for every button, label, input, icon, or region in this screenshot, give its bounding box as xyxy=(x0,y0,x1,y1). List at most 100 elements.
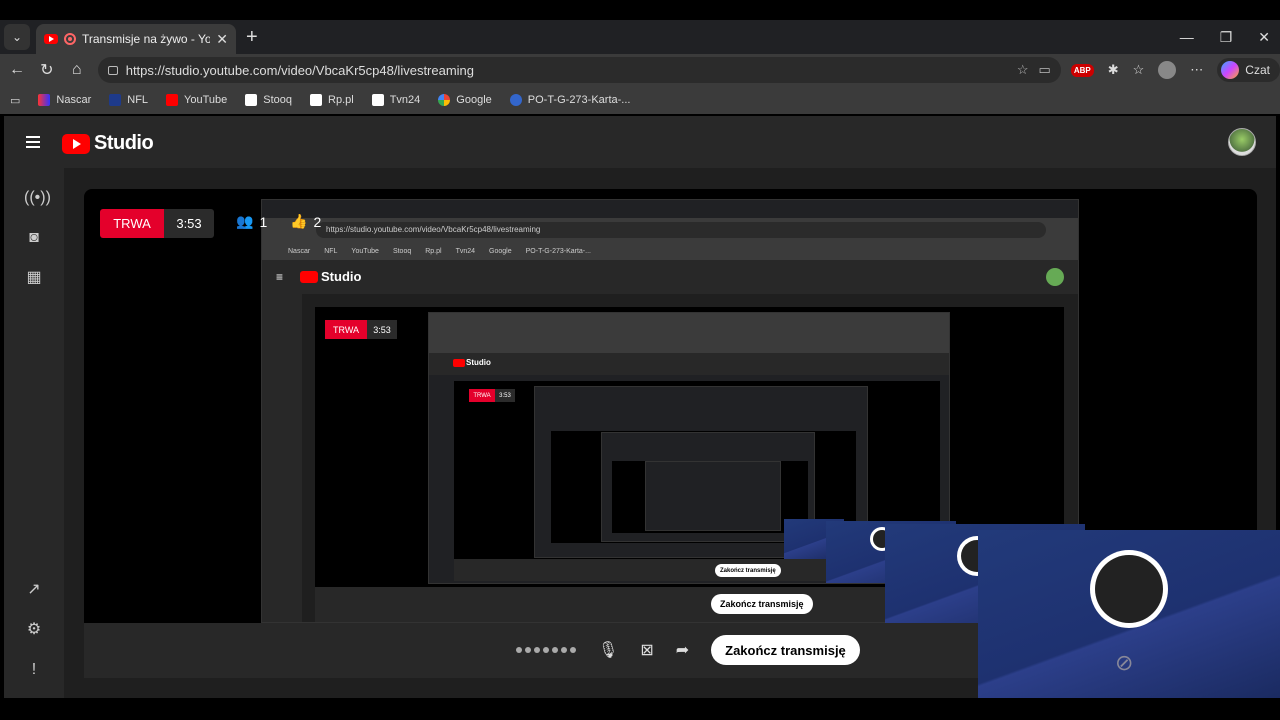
video-capture-icon[interactable]: ▭ xyxy=(1039,62,1051,78)
browser-tab-strip: ⌄ Transmisje na żywo - YouTube ✕ + — ❐ ✕ xyxy=(0,20,1280,54)
studio-sidebar: ((•)) ◙ ▦ ↗ ⚙ ! xyxy=(4,168,64,698)
live-status-badge: TRWA xyxy=(100,209,164,238)
bookmark-label: NFL xyxy=(127,94,149,106)
mic-muted-icon[interactable]: 🎙 xyxy=(598,640,618,660)
screen-share-off-icon[interactable]: ⊠ xyxy=(640,640,653,660)
nested-capture-5 xyxy=(645,461,781,531)
browser-nav-bar: ← ↻ ⌂ https://studio.youtube.com/video/V… xyxy=(0,54,1280,86)
stream-controls: 🎙 ⊠ ➦ Zakończ transmisję xyxy=(516,635,860,665)
profile-icon[interactable] xyxy=(1158,61,1177,79)
bookmark-stooq[interactable]: Stooq xyxy=(245,94,292,106)
address-bar[interactable]: https://studio.youtube.com/video/VbcaKr5… xyxy=(97,57,1061,83)
nested-tab-strip xyxy=(262,200,1078,218)
copilot-icon xyxy=(1221,61,1240,79)
nested-live-badge: TRWA xyxy=(325,320,367,339)
nested-bookmark: Nascar xyxy=(288,247,311,255)
likes-value: 2 xyxy=(313,213,322,230)
tab-actions-chevron-icon[interactable]: ⌄ xyxy=(4,24,30,50)
settings-gear-icon[interactable]: ⚙ xyxy=(24,620,44,640)
menu-hamburger-icon[interactable] xyxy=(26,136,40,148)
nested2-studio-logo: Studio xyxy=(466,358,491,367)
copilot-chat-button[interactable]: Czat xyxy=(1217,58,1280,82)
thumbs-up-icon: 👍 xyxy=(290,213,308,229)
studio-logo-text: Studio xyxy=(94,132,154,154)
home-icon[interactable]: ⌂ xyxy=(62,61,92,79)
viewers-count: 👥 1 xyxy=(236,213,267,230)
bookmark-label: Google xyxy=(456,94,492,106)
nested-bookmark: Rp.pl xyxy=(425,247,442,255)
bookmark-nfl[interactable]: NFL xyxy=(109,94,148,106)
avatar[interactable] xyxy=(1228,128,1256,156)
external-link-arrow-icon[interactable]: ↗ xyxy=(24,580,44,600)
bookmark-google[interactable]: Google xyxy=(438,94,492,106)
nested-time-badge: 3:53 xyxy=(367,320,397,339)
bookmark-rp[interactable]: Rp.pl xyxy=(310,94,354,106)
favorites-icon[interactable]: ☆ xyxy=(1133,62,1145,78)
close-window-icon[interactable]: ✕ xyxy=(1258,29,1270,46)
nested2-header: Studio xyxy=(429,353,949,375)
extensions-icon[interactable]: ✱ xyxy=(1108,62,1119,78)
nested-end-stream-button: Zakończ transmisję xyxy=(711,594,813,614)
nested-bookmark: Google xyxy=(489,247,512,255)
likes-count: 👍 2 xyxy=(290,213,321,230)
bookmark-label: Tvn24 xyxy=(389,94,421,106)
end-stream-button[interactable]: Zakończ transmisję xyxy=(711,635,860,665)
studio-header: Studio xyxy=(4,116,1276,168)
bookmark-youtube[interactable]: YouTube xyxy=(166,94,227,106)
address-url: https://studio.youtube.com/video/VbcaKr5… xyxy=(125,62,475,78)
tab-title: Transmisje na żywo - YouTube xyxy=(82,32,211,46)
bookmark-po-karta[interactable]: PO-T-G-273-Karta-... xyxy=(509,94,631,106)
calendar-icon[interactable]: ▦ xyxy=(24,268,44,288)
youtube-favicon-icon xyxy=(44,34,58,44)
feedback-icon[interactable]: ! xyxy=(24,660,44,680)
bookmark-label: Nascar xyxy=(56,94,92,106)
nested-bookmark: PO-T-G-273-Karta-... xyxy=(525,247,591,255)
obs-logo-icon xyxy=(1090,550,1168,628)
nested-bookmark: YouTube xyxy=(351,247,379,255)
nested-studio-header: ≡ Studio xyxy=(262,260,1078,294)
nested-bookmark: Tvn24 xyxy=(455,247,476,255)
close-tab-icon[interactable]: ✕ xyxy=(216,31,228,48)
bookmark-label: Rp.pl xyxy=(328,94,354,106)
adblock-icon[interactable]: ABP xyxy=(1070,63,1094,77)
viewers-value: 1 xyxy=(259,213,268,230)
bookmark-nascar[interactable]: Nascar xyxy=(38,94,91,106)
elapsed-time: 3:53 xyxy=(164,209,214,238)
restore-icon[interactable]: ❐ xyxy=(1220,29,1233,46)
back-icon[interactable]: ← xyxy=(2,61,32,79)
recording-icon xyxy=(64,33,76,45)
site-info-icon[interactable] xyxy=(107,65,118,75)
tvn24-favicon-icon xyxy=(371,94,384,106)
nested2-play-icon xyxy=(453,359,465,367)
nfl-favicon-icon xyxy=(109,94,122,106)
bookmark-tvn24[interactable]: Tvn24 xyxy=(371,94,421,106)
czat-label: Czat xyxy=(1245,63,1270,77)
stooq-favicon-icon xyxy=(245,94,258,106)
favorite-star-icon[interactable]: ☆ xyxy=(1017,62,1029,78)
nested2-time-badge: 3:53 xyxy=(495,389,515,402)
karta-favicon-icon xyxy=(509,94,522,106)
nested-sidebar xyxy=(262,294,302,622)
reload-icon[interactable]: ↻ xyxy=(32,60,62,80)
nested2-chrome xyxy=(429,313,949,353)
live-stream-icon[interactable]: ((•)) xyxy=(24,188,51,208)
tab-youtube-studio[interactable]: Transmisje na żywo - YouTube ✕ xyxy=(36,24,236,54)
audio-level-indicator xyxy=(516,647,576,653)
youtube-studio-logo[interactable]: Studio xyxy=(62,132,154,155)
share-arrow-icon[interactable]: ➦ xyxy=(676,640,689,660)
more-menu-icon[interactable]: ⋯ xyxy=(1190,62,1203,78)
window-controls: — ❐ ✕ xyxy=(1180,20,1270,54)
viewers-icon: 👥 xyxy=(236,213,254,229)
nested-bookmark: Stooq xyxy=(392,247,412,255)
reading-list-icon[interactable]: ▭ xyxy=(10,94,20,107)
google-favicon-icon xyxy=(438,94,451,106)
camera-off-icon: ⊘ xyxy=(1115,650,1134,675)
youtube-play-icon xyxy=(62,133,90,154)
minimize-icon[interactable]: — xyxy=(1180,29,1194,45)
new-tab-icon[interactable]: + xyxy=(246,26,258,49)
bookmark-label: PO-T-G-273-Karta-... xyxy=(527,94,631,106)
bookmark-label: Stooq xyxy=(263,94,293,106)
camera-icon[interactable]: ◙ xyxy=(24,228,44,248)
obs-camera-overlay: ⊘ xyxy=(978,530,1280,700)
rp-favicon-icon xyxy=(310,94,323,106)
